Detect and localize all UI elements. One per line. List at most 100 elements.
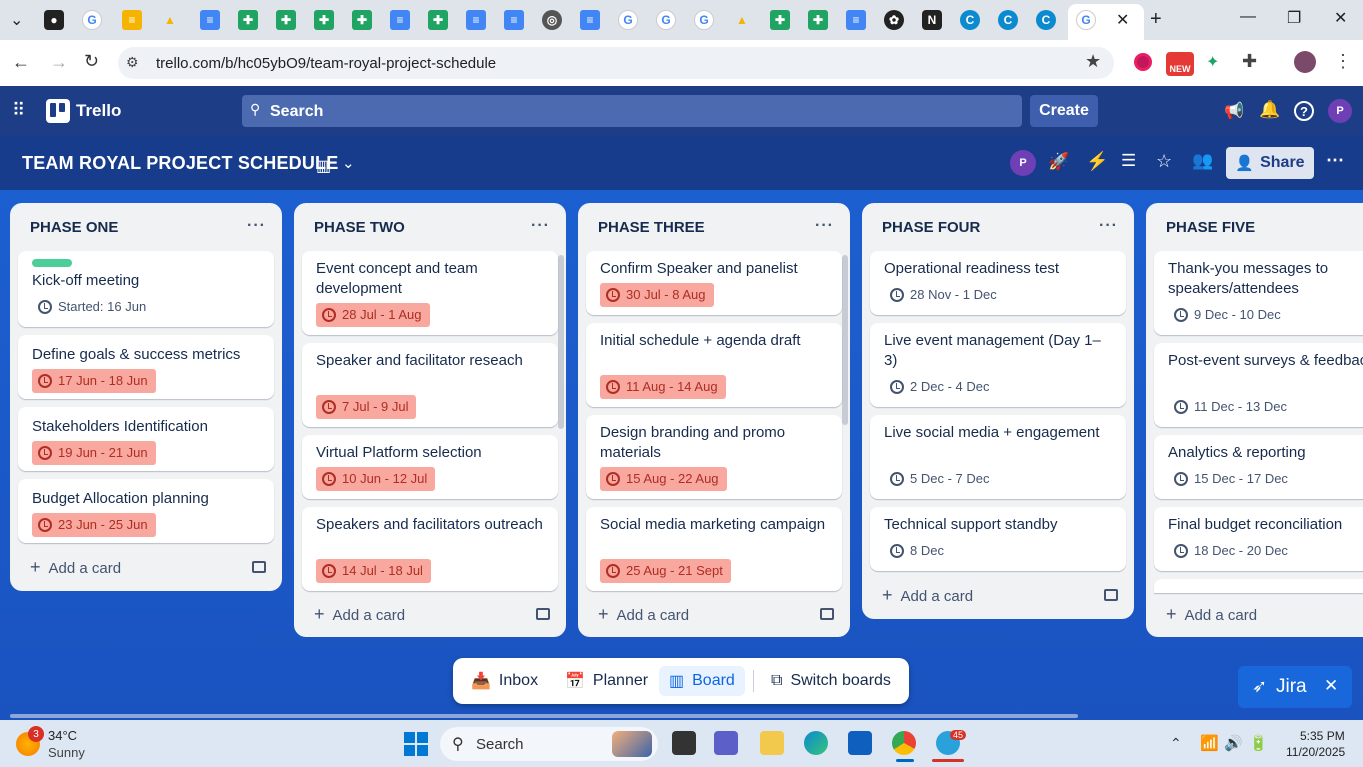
tab-globe-icon[interactable]: ◎ (542, 10, 562, 30)
card[interactable]: Design branding and promo materials 15 A… (586, 415, 842, 499)
active-tab[interactable]: G ✕ (1068, 4, 1144, 40)
switch-boards-nav[interactable]: ⧉ Switch boards (771, 658, 891, 704)
card[interactable]: Live social media + engagement 5 Dec - 7… (870, 415, 1126, 499)
tab-google-icon[interactable]: G (618, 10, 638, 30)
add-card-button[interactable]: + Add a card (314, 604, 405, 625)
bookmark-star-icon[interactable]: ★ (1085, 51, 1101, 72)
menu-kebab-icon[interactable]: ⋮ (1334, 51, 1352, 72)
tab-docs-icon[interactable]: ≡ (580, 10, 600, 30)
card-date-badge[interactable]: 19 Jun - 21 Jun (32, 441, 156, 465)
close-tab-icon[interactable]: ✕ (1116, 10, 1129, 30)
notifications-bell-icon[interactable]: 🔔 (1259, 100, 1280, 120)
chevron-down-icon[interactable]: ⌄ (342, 154, 355, 172)
list-menu-icon[interactable]: ··· (1099, 217, 1118, 235)
card[interactable]: Define goals & success metrics 17 Jun - … (18, 335, 274, 399)
planner-nav[interactable]: 📅 Planner (565, 658, 648, 704)
card[interactable]: Post-event surveys & feedback 11 Dec - 1… (1154, 343, 1363, 427)
new-extension-badge[interactable]: NEW (1166, 52, 1194, 76)
profile-avatar[interactable] (1294, 51, 1316, 73)
card-date-badge[interactable]: 8 Dec (884, 539, 952, 563)
card-date-badge[interactable]: 15 Aug - 22 Aug (600, 467, 727, 491)
list-phase-four[interactable]: PHASE FOUR ··· Operational readiness tes… (862, 203, 1134, 619)
search-input[interactable]: ⚲ Search (242, 95, 1022, 127)
minimize-icon[interactable]: — (1240, 8, 1256, 26)
card[interactable]: Final budget reconciliation 18 Dec - 20 … (1154, 507, 1363, 571)
card[interactable]: Speakers and facilitators outreach 14 Ju… (302, 507, 558, 591)
card-date-badge[interactable]: 15 Dec - 17 Dec (1168, 467, 1296, 491)
tab-github-icon[interactable]: ● (44, 10, 64, 30)
tab-docs-icon[interactable]: ≡ (466, 10, 486, 30)
card[interactable]: Technical support standby 8 Dec (870, 507, 1126, 571)
url-text[interactable]: trello.com/b/hc05ybO9/team-royal-project… (156, 55, 496, 72)
list-menu-icon[interactable]: ··· (531, 217, 550, 235)
tab-sheets-icon[interactable]: ✚ (238, 10, 258, 30)
card-label[interactable] (32, 259, 72, 267)
add-card-button[interactable]: + Add a card (30, 557, 121, 578)
list-title[interactable]: PHASE THREE (598, 219, 705, 236)
card[interactable]: Stakeholders Identification 19 Jun - 21 … (18, 407, 274, 471)
list-phase-two[interactable]: PHASE TWO ··· Event concept and team dev… (294, 203, 566, 637)
inbox-nav[interactable]: 📥 Inbox (471, 658, 538, 704)
tab-drive-icon[interactable]: ▲ (160, 10, 180, 30)
card-date-badge[interactable]: 11 Aug - 14 Aug (600, 375, 726, 399)
card[interactable]: Virtual Platform selection 10 Jun - 12 J… (302, 435, 558, 499)
list-scrollbar[interactable] (558, 255, 564, 429)
volume-icon[interactable]: 🔊 (1224, 734, 1243, 752)
create-from-template-icon[interactable] (252, 561, 266, 573)
card-date-badge[interactable]: 14 Jul - 18 Jul (316, 559, 431, 583)
add-card-button[interactable]: + Add a card (1166, 604, 1257, 625)
card[interactable]: Budget Allocation planning 23 Jun - 25 J… (18, 479, 274, 543)
new-tab-icon[interactable]: + (1150, 8, 1162, 31)
create-from-template-icon[interactable] (536, 608, 550, 620)
battery-icon[interactable]: 🔋 (1249, 734, 1268, 752)
card-date-badge[interactable]: 18 Dec - 20 Dec (1168, 539, 1296, 563)
tab-docs-icon[interactable]: ≡ (504, 10, 524, 30)
weather-temp[interactable]: 34°C (48, 728, 77, 743)
card[interactable]: Event concept and team development 28 Ju… (302, 251, 558, 335)
card[interactable]: Thank-you messages to speakers/attendees… (1154, 251, 1363, 335)
list-phase-five[interactable]: PHASE FIVE Thank-you messages to speaker… (1146, 203, 1363, 637)
card[interactable]: Confirm Speaker and panelist 30 Jul - 8 … (586, 251, 842, 315)
tab-search-icon[interactable]: ⌄ (10, 10, 23, 30)
list-menu-icon[interactable]: ··· (247, 217, 266, 235)
visibility-icon[interactable]: 👥 (1192, 151, 1213, 171)
automation-lightning-icon[interactable]: ⚡ (1086, 151, 1108, 172)
back-icon[interactable]: ← (12, 52, 30, 73)
jira-promo[interactable]: ➶ Jira ✕ (1238, 666, 1352, 708)
tab-docs-icon[interactable]: ≡ (200, 10, 220, 30)
create-from-template-icon[interactable] (820, 608, 834, 620)
create-button[interactable]: Create (1030, 95, 1098, 127)
card[interactable]: Live event management (Day 1–3) 2 Dec - … (870, 323, 1126, 407)
board-view-icon[interactable]: ▥ (316, 156, 331, 176)
close-icon[interactable]: ✕ (1324, 676, 1338, 696)
tab-google-icon[interactable]: G (82, 10, 102, 30)
site-info-icon[interactable]: ⚙ (126, 54, 139, 71)
member-avatar[interactable]: P (1328, 99, 1352, 123)
reload-icon[interactable]: ↻ (84, 51, 99, 72)
power-ups-rocket-icon[interactable]: 🚀 (1048, 152, 1069, 172)
edge-icon[interactable] (804, 731, 828, 755)
board-member-avatar[interactable]: P (1010, 150, 1036, 176)
card[interactable]: Social media marketing campaign 25 Aug -… (586, 507, 842, 591)
tab-docs-icon[interactable]: ≡ (846, 10, 866, 30)
tab-canva-icon[interactable]: C (1036, 10, 1056, 30)
card-date-badge[interactable]: 30 Jul - 8 Aug (600, 283, 714, 307)
list-title[interactable]: PHASE FIVE (1166, 219, 1255, 236)
tab-docs-icon[interactable]: ≡ (390, 10, 410, 30)
card-date-badge[interactable]: 25 Aug - 21 Sept (600, 559, 731, 583)
card-date-badge[interactable]: 10 Jun - 12 Jul (316, 467, 436, 491)
add-card-button[interactable]: + Add a card (882, 585, 973, 606)
tab-canva-icon[interactable]: C (960, 10, 980, 30)
card-date-badge[interactable]: 28 Nov - 1 Dec (884, 283, 1005, 307)
card-date-badge[interactable]: 2 Dec - 4 Dec (884, 375, 997, 399)
card[interactable]: Kick-off meeting Started: 16 Jun (18, 251, 274, 327)
trello-app-name[interactable]: Trello (76, 101, 121, 121)
list-title[interactable]: PHASE ONE (30, 219, 118, 236)
card-date-badge[interactable]: 28 Jul - 1 Aug (316, 303, 430, 327)
share-button[interactable]: 👤 Share (1226, 147, 1314, 179)
megaphone-icon[interactable]: 📢 (1224, 101, 1244, 121)
tab-sheets-icon[interactable]: ✚ (770, 10, 790, 30)
teams-icon[interactable] (714, 731, 738, 755)
card[interactable] (1154, 579, 1363, 593)
board-title[interactable]: TEAM ROYAL PROJECT SCHEDULE (22, 153, 338, 174)
